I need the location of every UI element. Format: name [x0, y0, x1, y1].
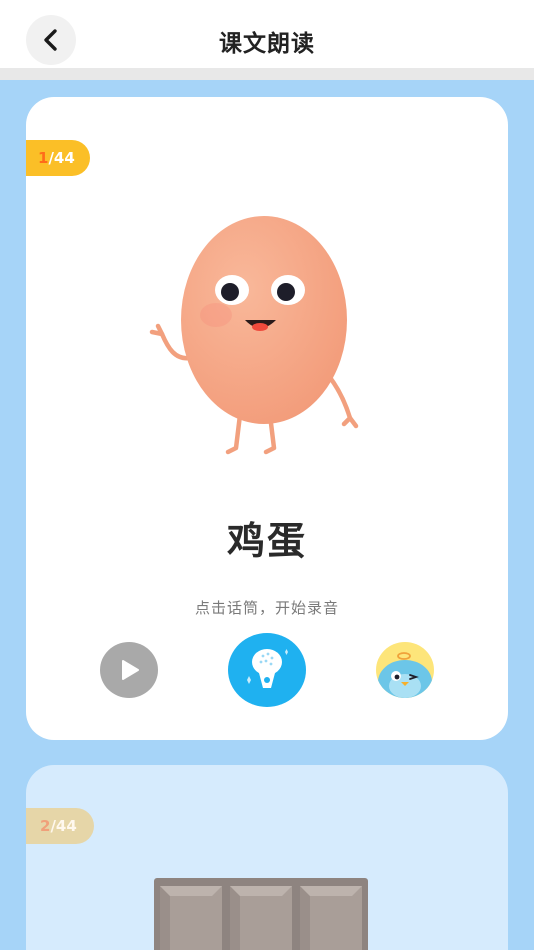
progress-total: /44	[48, 149, 75, 167]
egg-illustration	[140, 210, 370, 460]
header-divider	[0, 68, 534, 80]
page-title: 课文朗读	[219, 31, 315, 57]
chocolate-illustration	[154, 878, 368, 950]
play-button[interactable]	[100, 642, 158, 698]
progress-current: 1	[38, 149, 49, 167]
top-bar: 课文朗读	[0, 0, 534, 80]
progress-badge: 1/44	[26, 140, 90, 176]
progress-current-next: 2	[40, 817, 51, 835]
record-microphone-button[interactable]	[228, 633, 306, 707]
avatar-button[interactable]	[376, 642, 434, 698]
bird-avatar-icon	[378, 652, 432, 698]
microphone-icon	[247, 649, 288, 688]
progress-total-next: /44	[50, 817, 77, 835]
record-hint: 点击话筒，开始录音	[194, 599, 339, 617]
play-icon	[122, 660, 139, 680]
progress-badge-next: 2/44	[26, 808, 94, 844]
lesson-word: 鸡蛋	[226, 519, 307, 563]
